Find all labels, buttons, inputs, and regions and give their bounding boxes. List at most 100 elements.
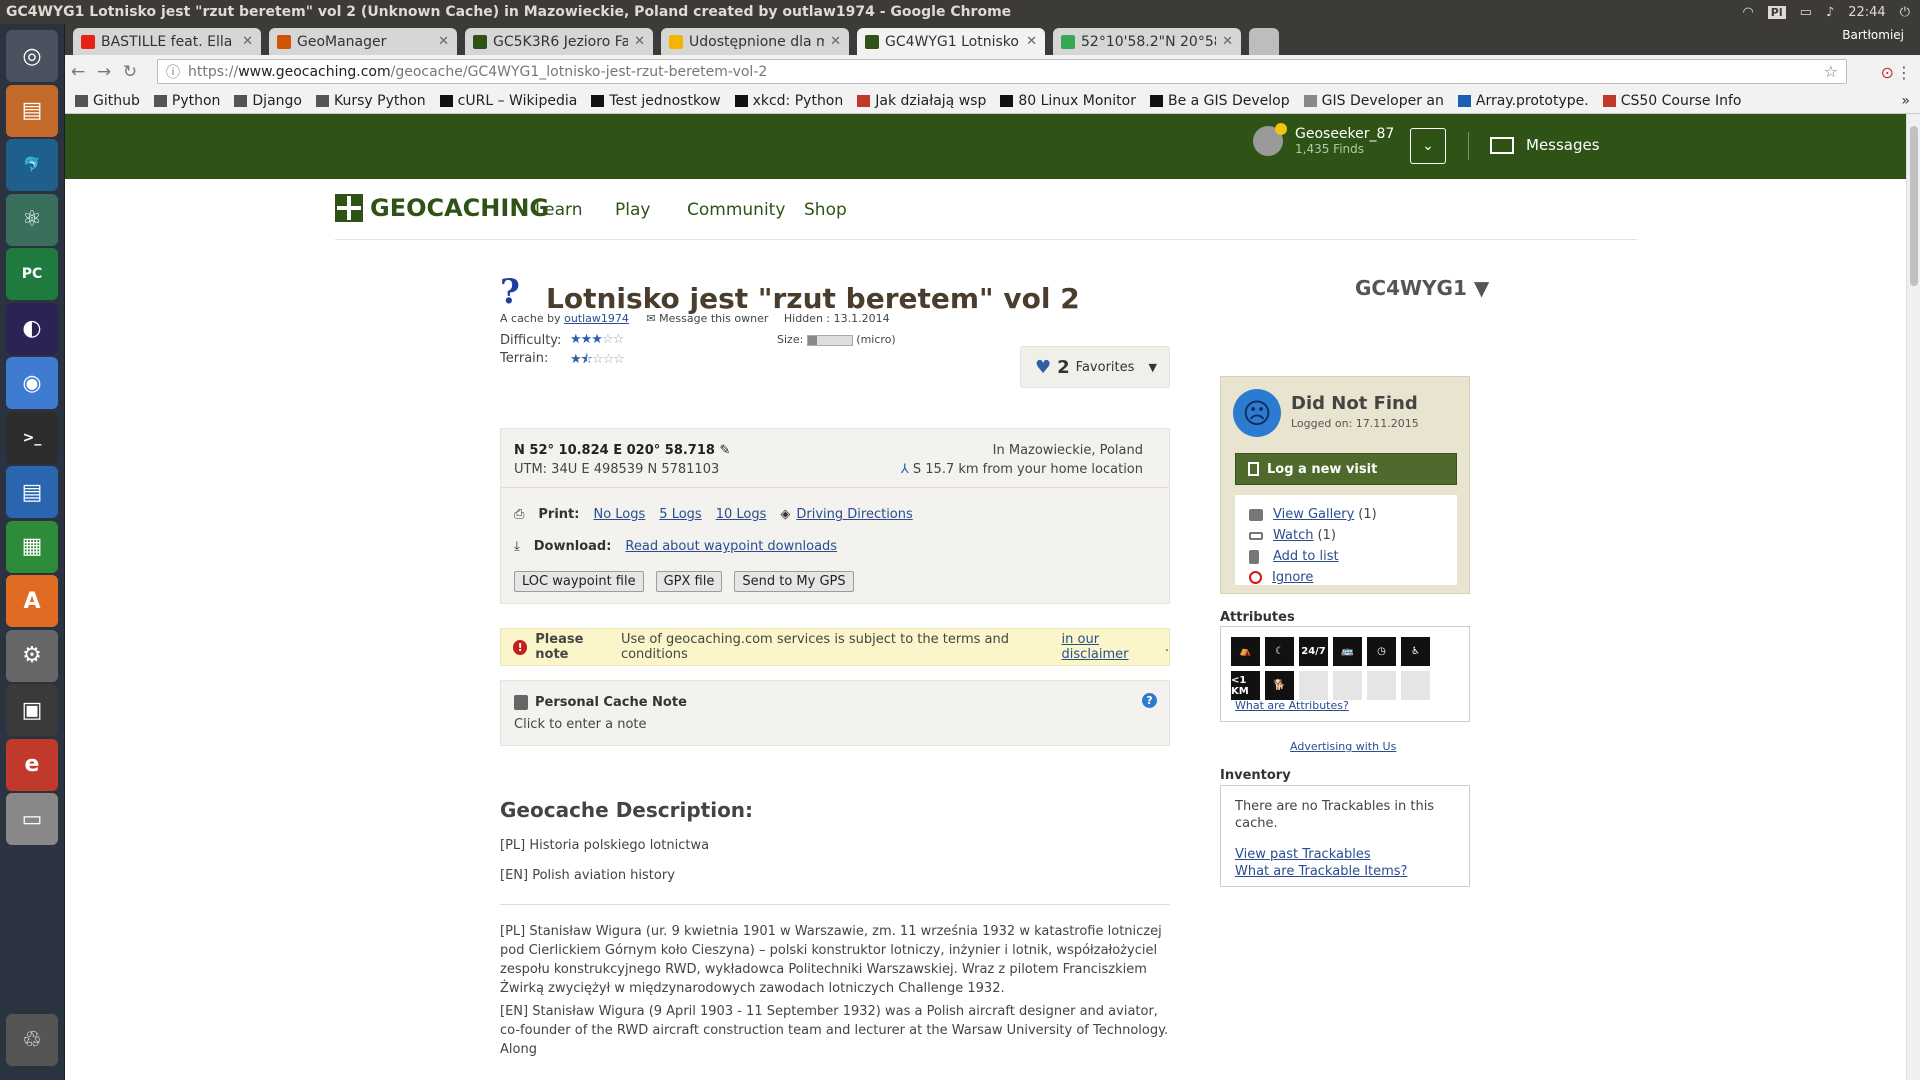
browser-tab[interactable]: 52°10'58.2"N 20°58' ✕ [1053,28,1241,55]
launcher-pycharm-icon[interactable]: PC [6,248,58,300]
launcher-document-viewer-icon[interactable]: e [6,738,58,791]
launcher-trash-icon[interactable]: ♲ [6,1014,58,1066]
wifi-icon[interactable]: ◠ [1742,5,1753,20]
launcher-keepass-icon[interactable]: ▣ [6,684,58,736]
driving-directions-link[interactable]: Driving Directions [796,507,912,522]
launcher-libreoffice-writer-icon[interactable]: ▤ [6,466,58,518]
bookmark-item[interactable]: Python [153,93,220,109]
add-to-list-link[interactable]: Add to list [1273,549,1339,564]
close-icon[interactable]: ✕ [438,34,449,49]
launcher-mysql-workbench-icon[interactable]: 🐬 [6,139,58,191]
close-icon[interactable]: ✕ [830,34,841,49]
print-5-logs-link[interactable]: 5 Logs [659,507,701,522]
advertising-link[interactable]: Advertising with Us [1290,740,1396,753]
clock[interactable]: 22:44 [1848,5,1885,20]
scrollbar-thumb[interactable] [1910,126,1918,286]
browser-tab[interactable]: GC5K3R6 Jezioro Fa ✕ [465,28,653,55]
view-gallery-link[interactable]: View Gallery [1273,507,1354,522]
attribute-dogs-icon[interactable]: 🐕 [1265,671,1294,700]
reload-icon[interactable]: ↻ [117,62,143,82]
pcn-prompt[interactable]: Click to enter a note [514,717,647,732]
attribute-icon[interactable]: 24/7 [1299,637,1328,666]
address-bar[interactable]: ⓘ https://www.geocaching.com/geocache/GC… [157,59,1847,84]
forward-icon[interactable]: → [91,62,117,82]
profile-name[interactable]: Bartłomiej [1842,28,1904,42]
print-no-logs-link[interactable]: No Logs [593,507,645,522]
bookmark-item[interactable]: Test jednostkow [591,93,721,109]
info-icon[interactable]: ⓘ [166,62,180,82]
attribute-night-icon[interactable]: ☾ [1265,637,1294,666]
help-icon[interactable]: ? [1142,693,1157,708]
launcher-terminal-icon[interactable]: >_ [6,411,58,464]
close-icon[interactable]: ✕ [1026,34,1037,49]
launcher-libreoffice-calc-icon[interactable]: ▦ [6,520,58,573]
favorites-button[interactable]: ♥ 2 Favorites ▼ [1020,346,1170,388]
personal-cache-note[interactable]: Personal Cache Note Click to enter a not… [500,680,1170,746]
back-icon[interactable]: ← [65,62,91,82]
disclaimer-link[interactable]: in our disclaimer [1062,632,1165,662]
launcher-eclipse-icon[interactable]: ◐ [6,302,58,355]
extension-icon[interactable]: ⊙ [1881,63,1894,82]
log-visit-button[interactable]: Log a new visit [1235,453,1457,485]
coordinates[interactable]: N 52° 10.824 E 020° 58.718 ✎ [514,443,730,458]
launcher-files-icon[interactable]: ▤ [6,84,58,137]
bookmark-item[interactable]: Jak działają wsp [857,93,986,109]
launcher-disk-icon[interactable]: ▭ [6,793,58,845]
ignore-link[interactable]: Ignore [1272,570,1313,585]
bookmark-item[interactable]: xkcd: Python [734,93,843,109]
chevron-down-icon[interactable]: ⌄ [1410,128,1446,164]
close-icon[interactable]: ✕ [242,34,253,49]
launcher-ubuntu-dash-icon[interactable]: ◎ [6,30,58,82]
what-are-attributes-link[interactable]: What are Attributes? [1235,699,1349,712]
gc-code[interactable]: GC4WYG1 ▼ [1355,276,1489,300]
bookmark-item[interactable]: cURL – Wikipedia [439,93,577,109]
nav-play[interactable]: Play [615,200,650,220]
past-trackables-link[interactable]: View past Trackables [1235,846,1455,863]
bookmark-item[interactable]: Be a GIS Develop [1149,93,1290,109]
browser-tab[interactable]: GeoManager ✕ [269,28,457,55]
attribute-icon[interactable]: <1 KM [1231,671,1260,700]
waypoint-downloads-link[interactable]: Read about waypoint downloads [625,539,837,554]
message-owner-link[interactable]: Message this owner [659,312,768,325]
what-trackables-link[interactable]: What are Trackable Items? [1235,863,1455,880]
more-bookmarks-icon[interactable]: » [1901,93,1910,109]
avatar[interactable] [1253,123,1287,156]
watch-link[interactable]: Watch [1273,528,1313,543]
battery-icon[interactable]: ▭ [1800,5,1812,20]
volume-icon[interactable]: ♪ [1826,5,1834,20]
bookmark-item[interactable]: Github [75,93,140,109]
user-menu[interactable]: Geoseeker_87 1,435 Finds [1253,123,1394,156]
messages-link[interactable]: Messages [1490,136,1600,154]
nav-shop[interactable]: Shop [804,200,847,220]
launcher-chrome-icon[interactable]: ◉ [6,357,58,409]
launcher-system-settings-icon[interactable]: ⚙ [6,629,58,682]
bookmark-item[interactable]: Array.prototype. [1457,93,1589,109]
attribute-clock-icon[interactable]: ◷ [1367,637,1396,666]
pencil-icon[interactable]: ✎ [719,443,730,458]
bookmark-item[interactable]: Django [234,93,302,109]
bookmark-item[interactable]: Kursy Python [315,93,426,109]
power-icon[interactable]: ⏻ [1900,5,1910,20]
launcher-atom-icon[interactable]: ⚛ [6,193,58,246]
nav-learn[interactable]: Learn [535,200,583,220]
bookmark-item[interactable]: 80 Linux Monitor [1000,93,1136,109]
loc-waypoint-button[interactable]: LOC waypoint file [514,571,644,592]
nav-community[interactable]: Community [687,200,785,220]
bookmark-star-icon[interactable]: ☆ [1824,62,1838,81]
send-to-gps-button[interactable]: Send to My GPS [734,571,854,592]
close-icon[interactable]: ✕ [1222,34,1233,49]
attribute-wheelchair-icon[interactable]: ♿ [1401,637,1430,666]
owner-link[interactable]: outlaw1974 [564,312,629,325]
print-10-logs-link[interactable]: 10 Logs [716,507,767,522]
browser-tab[interactable]: GC4WYG1 Lotnisko ✕ [857,28,1045,55]
geocaching-logo[interactable]: GEOCACHING [335,194,549,222]
menu-icon[interactable]: ⋮ [1896,63,1912,82]
attribute-bus-icon[interactable]: 🚌 [1333,637,1362,666]
close-icon[interactable]: ✕ [634,34,645,49]
gpx-file-button[interactable]: GPX file [655,571,723,592]
keyboard-layout[interactable]: Pl [1767,5,1786,19]
browser-tab[interactable]: Udostępnione dla m ✕ [661,28,849,55]
browser-tab[interactable]: BASTILLE feat. Ella ✕ [73,28,261,55]
mail-icon[interactable]: ✉ [646,312,655,325]
page-scrollbar[interactable] [1906,114,1920,1080]
